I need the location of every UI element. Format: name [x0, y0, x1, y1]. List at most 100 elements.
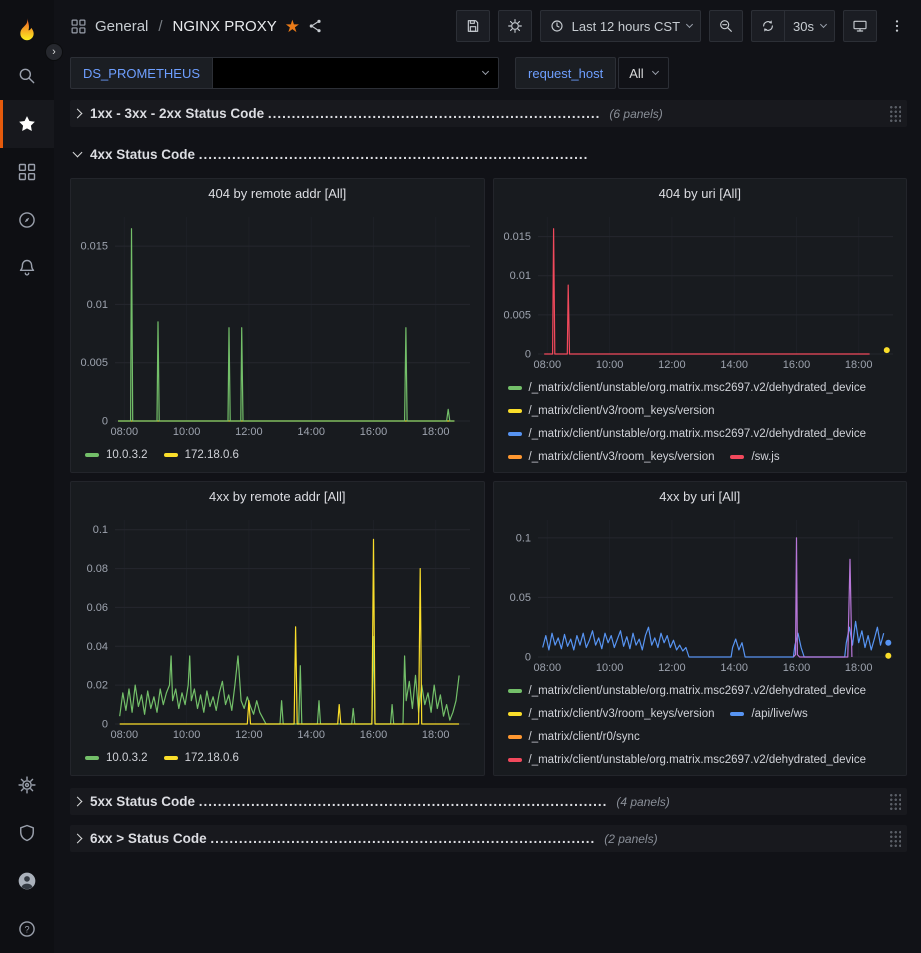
legend-label: /_matrix/client/unstable/org.matrix.msc2… — [529, 382, 867, 394]
sidebar-item-alerting[interactable] — [0, 244, 54, 292]
svg-text:0.1: 0.1 — [515, 532, 530, 544]
legend-label: 172.18.0.6 — [185, 449, 239, 461]
legend-item[interactable]: /sw.js — [730, 445, 779, 468]
svg-text:14:00: 14:00 — [720, 662, 748, 674]
breadcrumb-section[interactable]: General — [95, 18, 148, 35]
legend-item[interactable]: 10.0.3.2 — [85, 443, 148, 466]
svg-text:08:00: 08:00 — [111, 426, 139, 438]
legend-swatch — [508, 455, 522, 459]
time-series-chart[interactable]: 00.020.040.060.080.108:0010:0012:0014:00… — [71, 510, 484, 742]
legend-item[interactable]: 172.18.0.6 — [164, 443, 239, 466]
panel-title[interactable]: 404 by remote addr [All] — [71, 179, 484, 207]
row-drag-handle[interactable] — [889, 105, 901, 122]
time-series-chart[interactable]: 00.050.108:0010:0012:0014:0016:0018:00 — [494, 510, 907, 675]
svg-text:0.005: 0.005 — [80, 357, 108, 369]
datasource-variable: DS_PROMETHEUS — [70, 57, 499, 89]
svg-text:?: ? — [24, 924, 29, 934]
chevron-down-icon — [73, 148, 83, 158]
apps-grid-icon — [70, 18, 87, 35]
save-dashboard-button[interactable] — [456, 10, 490, 42]
tv-mode-button[interactable] — [843, 10, 877, 42]
panel-legend: 10.0.3.2 172.18.0.6 — [71, 439, 484, 472]
legend-item[interactable]: 10.0.3.2 — [85, 746, 148, 769]
clock-icon — [549, 18, 565, 34]
svg-text:0.01: 0.01 — [87, 299, 108, 311]
legend-item[interactable]: /_matrix/client/r0/sync — [508, 725, 640, 748]
time-range-picker[interactable]: Last 12 hours CST — [540, 10, 701, 42]
panel-4xx-by-remote-addr: 4xx by remote addr [All] 00.020.040.060.… — [70, 481, 485, 776]
legend-item[interactable]: /_matrix/client/unstable/org.matrix.msc2… — [508, 748, 867, 771]
refresh-button[interactable] — [751, 10, 784, 42]
toolbar-actions: Last 12 hours CST 30s — [456, 10, 909, 42]
request-host-dropdown[interactable]: All — [618, 57, 668, 89]
share-icon[interactable] — [308, 18, 324, 34]
dashboard-settings-button[interactable] — [498, 10, 532, 42]
sidebar-item-dashboards[interactable] — [0, 148, 54, 196]
sidebar-item-starred[interactable] — [0, 100, 54, 148]
panel-4xx-by-uri: 4xx by uri [All] 00.050.108:0010:0012:00… — [493, 481, 908, 776]
breadcrumb-separator: / — [158, 18, 162, 35]
refresh-group: 30s — [751, 10, 835, 42]
more-options-button[interactable] — [885, 10, 909, 42]
sidebar-item-search[interactable] — [0, 52, 54, 100]
grafana-logo-icon[interactable] — [7, 8, 47, 52]
sidebar-item-profile[interactable] — [0, 857, 54, 905]
time-series-chart[interactable]: 00.0050.010.01508:0010:0012:0014:0016:00… — [494, 207, 907, 372]
row-panel-count: (2 panels) — [604, 832, 657, 846]
sidebar-item-configuration[interactable] — [0, 761, 54, 809]
legend-item[interactable]: /_matrix/client/v3/room_keys/version — [508, 399, 715, 422]
svg-text:0.015: 0.015 — [80, 241, 108, 253]
legend-label: /api/live/ws — [751, 708, 807, 720]
svg-text:0.02: 0.02 — [87, 680, 108, 692]
refresh-icon — [760, 18, 776, 34]
dashboard-title[interactable]: NGINX PROXY — [173, 18, 277, 35]
row-1xx-3xx-2xx[interactable]: 1xx - 3xx - 2xx Status Code ............… — [70, 100, 907, 127]
row-6xx[interactable]: 6xx > Status Code ......................… — [70, 825, 907, 852]
legend-swatch — [508, 386, 522, 390]
legend-item[interactable]: 172.18.0.6 — [164, 746, 239, 769]
legend-item[interactable]: /_matrix/client/unstable/org.matrix.msc2… — [508, 376, 867, 399]
save-icon — [465, 18, 481, 34]
zoom-out-button[interactable] — [709, 10, 743, 42]
sidebar-expand-button[interactable]: › — [45, 43, 63, 61]
chevron-right-icon — [73, 109, 83, 119]
sidebar-item-explore[interactable] — [0, 196, 54, 244]
main-area: General / NGINX PROXY ★ — [54, 0, 921, 953]
legend-item[interactable]: /_matrix/client/unstable/org.matrix.msc2… — [508, 679, 867, 702]
time-series-chart[interactable]: 00.0050.010.01508:0010:0012:0014:0016:00… — [71, 207, 484, 439]
favorite-star-icon[interactable]: ★ — [285, 18, 300, 35]
chevron-down-icon — [652, 68, 659, 75]
svg-text:0: 0 — [524, 652, 530, 664]
legend-item[interactable]: /api/live/ws — [730, 702, 807, 725]
svg-text:0.06: 0.06 — [87, 602, 108, 614]
legend-item[interactable]: /_matrix/client/v3/room_keys/version — [508, 445, 715, 468]
legend-swatch — [164, 756, 178, 760]
legend-swatch — [508, 735, 522, 739]
panel-title[interactable]: 4xx by remote addr [All] — [71, 482, 484, 510]
panel-title[interactable]: 404 by uri [All] — [494, 179, 907, 207]
legend-label: /_matrix/client/unstable/org.matrix.msc2… — [529, 428, 867, 440]
svg-text:18:00: 18:00 — [422, 426, 450, 438]
svg-text:10:00: 10:00 — [595, 359, 623, 371]
row-4xx[interactable]: 4xx Status Code ........................… — [70, 141, 907, 168]
svg-text:08:00: 08:00 — [533, 359, 561, 371]
legend-swatch — [508, 432, 522, 436]
row-title: 4xx Status Code ........................… — [90, 147, 588, 162]
legend-item[interactable]: /_matrix/client/v3/room_keys/version — [508, 702, 715, 725]
datasource-variable-dropdown[interactable] — [213, 57, 499, 89]
svg-text:0: 0 — [102, 416, 108, 428]
legend-swatch — [85, 756, 99, 760]
row-panel-count: (4 panels) — [616, 795, 669, 809]
row-drag-handle[interactable] — [889, 830, 901, 847]
row-5xx[interactable]: 5xx Status Code ........................… — [70, 788, 907, 815]
panel-title[interactable]: 4xx by uri [All] — [494, 482, 907, 510]
sidebar-item-server-admin[interactable] — [0, 809, 54, 857]
panel-404-by-remote-addr: 404 by remote addr [All] 0 0.005 0.01 0.015… — [70, 178, 485, 473]
row-drag-handle[interactable] — [889, 793, 901, 810]
legend-label: /_matrix/client/unstable/org.matrix.msc2… — [529, 754, 867, 766]
legend-swatch — [508, 409, 522, 413]
legend-item[interactable]: /_matrix/client/unstable/org.matrix.msc2… — [508, 422, 867, 445]
sidebar-item-help[interactable]: ? — [0, 905, 54, 953]
refresh-interval-dropdown[interactable]: 30s — [784, 10, 835, 42]
legend-label: /sw.js — [751, 451, 779, 463]
